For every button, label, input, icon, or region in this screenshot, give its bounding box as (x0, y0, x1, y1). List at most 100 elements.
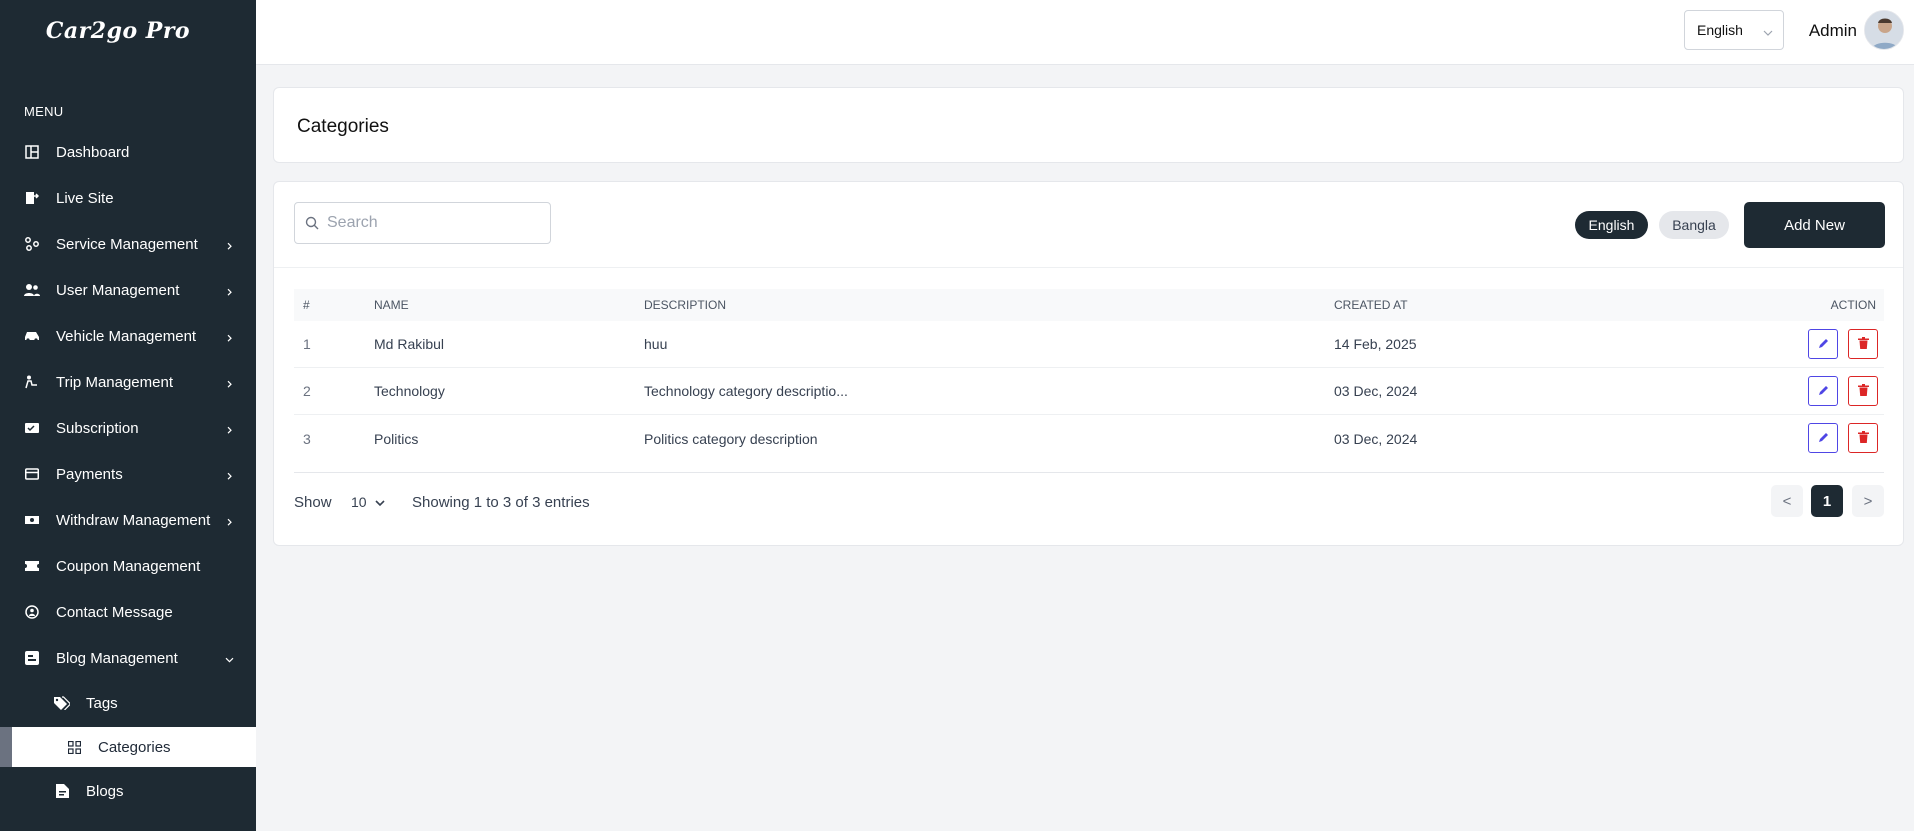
sidebar-item-contact-message[interactable]: Contact Message (0, 589, 256, 635)
sidebar-item-label: Tags (86, 694, 118, 712)
sidebar-item-service-management[interactable]: Service Management (0, 221, 256, 267)
cash-icon (24, 512, 40, 528)
column-header: # (303, 298, 310, 312)
car-icon (24, 328, 40, 344)
sidebar-item-label: Contact Message (56, 603, 173, 621)
edit-button[interactable] (1808, 329, 1838, 359)
row-name: Technology (374, 383, 445, 399)
show-label: Show (294, 494, 332, 511)
sidebar-item-trip-management[interactable]: Trip Management (0, 359, 256, 405)
lang-bangla-toggle[interactable]: Bangla (1659, 211, 1729, 239)
table-header: # NAME DESCRIPTION CREATED AT ACTION (294, 289, 1884, 321)
chevron-down-icon (225, 651, 234, 668)
sidebar-item-label: Dashboard (56, 143, 130, 161)
sidebar-item-dashboard[interactable]: Dashboard (0, 129, 256, 175)
sidebar-item-vehicle-management[interactable]: Vehicle Management (0, 313, 256, 359)
row-number: 2 (303, 383, 311, 399)
search-input[interactable]: Search (294, 202, 551, 244)
row-created-at: 03 Dec, 2024 (1334, 430, 1418, 447)
trash-icon (1857, 336, 1869, 352)
sidebar-item-categories[interactable]: Categories (0, 727, 256, 767)
per-page-select[interactable]: 10 (351, 494, 385, 510)
sidebar-item-subscription[interactable]: Subscription (0, 405, 256, 451)
next-page-button[interactable]: > (1852, 485, 1884, 517)
row-description: huu (644, 336, 668, 352)
sidebar-item-blogs[interactable]: Blogs (0, 767, 256, 815)
sidebar-item-user-management[interactable]: User Management (0, 267, 256, 313)
chevron-down-icon (1763, 24, 1773, 40)
live-site-icon (24, 190, 40, 206)
user-name[interactable]: Admin (1809, 21, 1857, 41)
chevron-right-icon (226, 375, 234, 392)
add-new-button[interactable]: Add New (1744, 202, 1885, 248)
tags-icon (54, 695, 70, 711)
table-row: 2 Technology Technology category descrip… (294, 368, 1884, 415)
contact-icon (24, 604, 40, 620)
sidebar-item-payments[interactable]: Payments (0, 451, 256, 497)
sidebar-item-label: Coupon Management (56, 557, 201, 575)
document-icon (54, 783, 70, 799)
ticket-icon (24, 558, 40, 574)
column-header: CREATED AT (1334, 298, 1408, 312)
card-icon (24, 466, 40, 482)
chevron-right-icon (226, 513, 234, 530)
language-select-value: English (1697, 22, 1743, 38)
menu-label: MENU (24, 104, 64, 119)
pencil-icon (1818, 336, 1829, 352)
sidebar-item-label: Trip Management (56, 373, 173, 391)
row-description: Technology category descriptio... (644, 383, 848, 399)
lang-english-toggle[interactable]: English (1575, 211, 1648, 239)
sidebar-item-label: Categories (98, 738, 171, 756)
users-icon (24, 282, 40, 298)
sidebar-item-label: Blogs (86, 782, 124, 800)
sidebar-item-label: User Management (56, 281, 180, 299)
row-number: 3 (303, 430, 311, 447)
pencil-icon (1818, 430, 1829, 446)
app-logo[interactable]: Car2go Pro (0, 0, 256, 62)
sidebar-item-coupon-management[interactable]: Coupon Management (0, 543, 256, 589)
divider (274, 267, 1903, 268)
row-number: 1 (303, 336, 311, 352)
sidebar-item-live-site[interactable]: Live Site (0, 175, 256, 221)
chevron-right-icon (226, 329, 234, 346)
chevron-down-icon (375, 494, 385, 510)
column-header: DESCRIPTION (644, 298, 727, 312)
row-name: Md Rakibul (374, 336, 445, 352)
delete-button[interactable] (1848, 376, 1878, 406)
sidebar-item-label: Live Site (56, 189, 114, 207)
sidebar-item-blog-management[interactable]: Blog Management (0, 635, 256, 681)
subscription-icon (24, 420, 40, 436)
sidebar-item-label: Subscription (56, 419, 139, 437)
divider (294, 472, 1884, 473)
language-select[interactable]: English (1684, 10, 1784, 50)
search-placeholder: Search (327, 214, 378, 231)
trash-icon (1857, 430, 1869, 446)
prev-page-button[interactable]: < (1771, 485, 1803, 517)
blog-icon (24, 650, 40, 666)
column-header: NAME (374, 298, 409, 312)
avatar[interactable] (1864, 10, 1904, 50)
chevron-right-icon (226, 237, 234, 254)
page-title: Categories (297, 116, 389, 137)
sidebar: Car2go Pro MENU Dashboard Live Site Serv… (0, 0, 256, 831)
page-1-button[interactable]: 1 (1811, 485, 1843, 517)
categories-card: Search English Bangla Add New # NAME DES… (273, 181, 1904, 546)
column-header: ACTION (1830, 298, 1876, 312)
sidebar-item-withdraw-management[interactable]: Withdraw Management (0, 497, 256, 543)
edit-button[interactable] (1808, 423, 1838, 453)
per-page-value: 10 (351, 494, 367, 510)
entries-info: Showing 1 to 3 of 3 entries (412, 494, 590, 511)
chevron-right-icon (226, 467, 234, 484)
top-bar: English Admin (256, 0, 1914, 65)
row-created-at: 14 Feb, 2025 (1334, 336, 1417, 352)
chevron-right-icon (226, 283, 234, 300)
chevron-right-icon (226, 421, 234, 438)
sidebar-item-label: Service Management (56, 235, 198, 253)
sidebar-item-label: Withdraw Management (56, 511, 211, 529)
edit-button[interactable] (1808, 376, 1838, 406)
trash-icon (1857, 383, 1869, 399)
row-name: Politics (374, 430, 419, 447)
sidebar-item-tags[interactable]: Tags (0, 681, 256, 725)
delete-button[interactable] (1848, 423, 1878, 453)
delete-button[interactable] (1848, 329, 1878, 359)
